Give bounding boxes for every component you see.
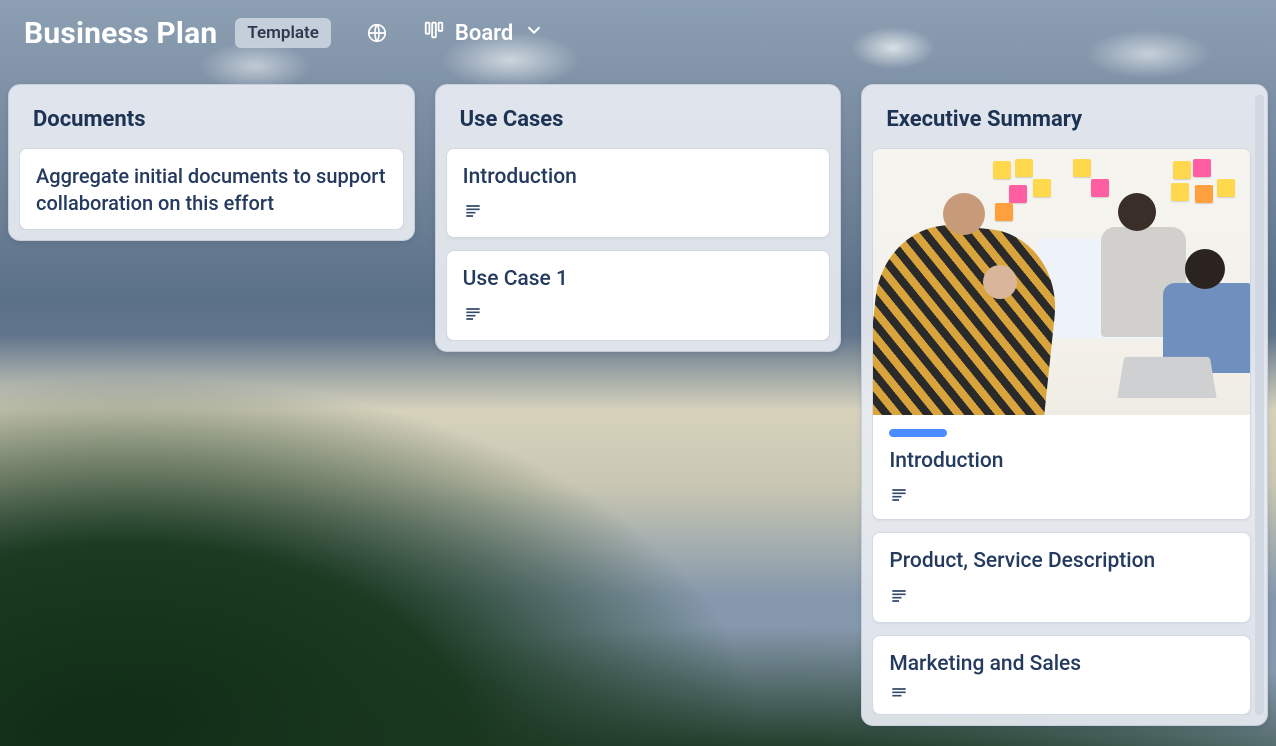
- card-meta: [889, 586, 1234, 610]
- chevron-down-icon: [523, 19, 545, 47]
- card[interactable]: Introduction: [872, 148, 1251, 520]
- description-icon: [463, 201, 483, 225]
- column-title[interactable]: Documents: [19, 97, 404, 138]
- card-meta: [463, 201, 814, 225]
- card-meta: [889, 684, 1234, 708]
- card-title: Aggregate initial documents to support c…: [36, 163, 387, 217]
- card[interactable]: Marketing and Sales: [872, 635, 1251, 715]
- page-title[interactable]: Business Plan: [24, 16, 217, 51]
- card-title: Marketing and Sales: [889, 650, 1234, 678]
- globe-icon[interactable]: [363, 19, 391, 47]
- description-icon: [889, 586, 909, 610]
- view-switcher[interactable]: Board: [423, 19, 545, 47]
- board-columns-icon: [423, 19, 445, 47]
- card-title: Product, Service Description: [889, 547, 1234, 575]
- column-title[interactable]: Executive Summary: [872, 97, 1257, 138]
- card-meta: [463, 304, 814, 328]
- cards-list: Introduction Use Case 1: [446, 148, 831, 341]
- card-title: Introduction: [873, 447, 1250, 475]
- cards-list: Aggregate initial documents to support c…: [19, 148, 404, 230]
- column-title[interactable]: Use Cases: [446, 97, 831, 138]
- card-title: Introduction: [463, 163, 814, 191]
- card[interactable]: Product, Service Description: [872, 532, 1251, 622]
- card-cover-image: [873, 149, 1250, 415]
- view-label: Board: [455, 21, 513, 46]
- card-tag[interactable]: [889, 429, 947, 437]
- column-executive-summary[interactable]: Executive Summary: [861, 84, 1268, 726]
- card[interactable]: Use Case 1: [446, 250, 831, 340]
- scrollbar-thumb[interactable]: [1255, 95, 1264, 525]
- card-title: Use Case 1: [463, 265, 814, 293]
- card-meta: [873, 485, 1250, 509]
- description-icon: [889, 485, 909, 509]
- template-chip[interactable]: Template: [235, 18, 331, 48]
- page-header: Business Plan Template Board: [0, 0, 1276, 68]
- card[interactable]: Introduction: [446, 148, 831, 238]
- column-documents[interactable]: Documents Aggregate initial documents to…: [8, 84, 415, 241]
- description-icon: [889, 684, 909, 708]
- column-use-cases[interactable]: Use Cases Introduction Use Case 1: [435, 84, 842, 352]
- description-icon: [463, 304, 483, 328]
- board-area: Documents Aggregate initial documents to…: [0, 68, 1276, 746]
- cards-list: Introduction Product, Service Descriptio…: [872, 148, 1257, 715]
- card[interactable]: Aggregate initial documents to support c…: [19, 148, 404, 230]
